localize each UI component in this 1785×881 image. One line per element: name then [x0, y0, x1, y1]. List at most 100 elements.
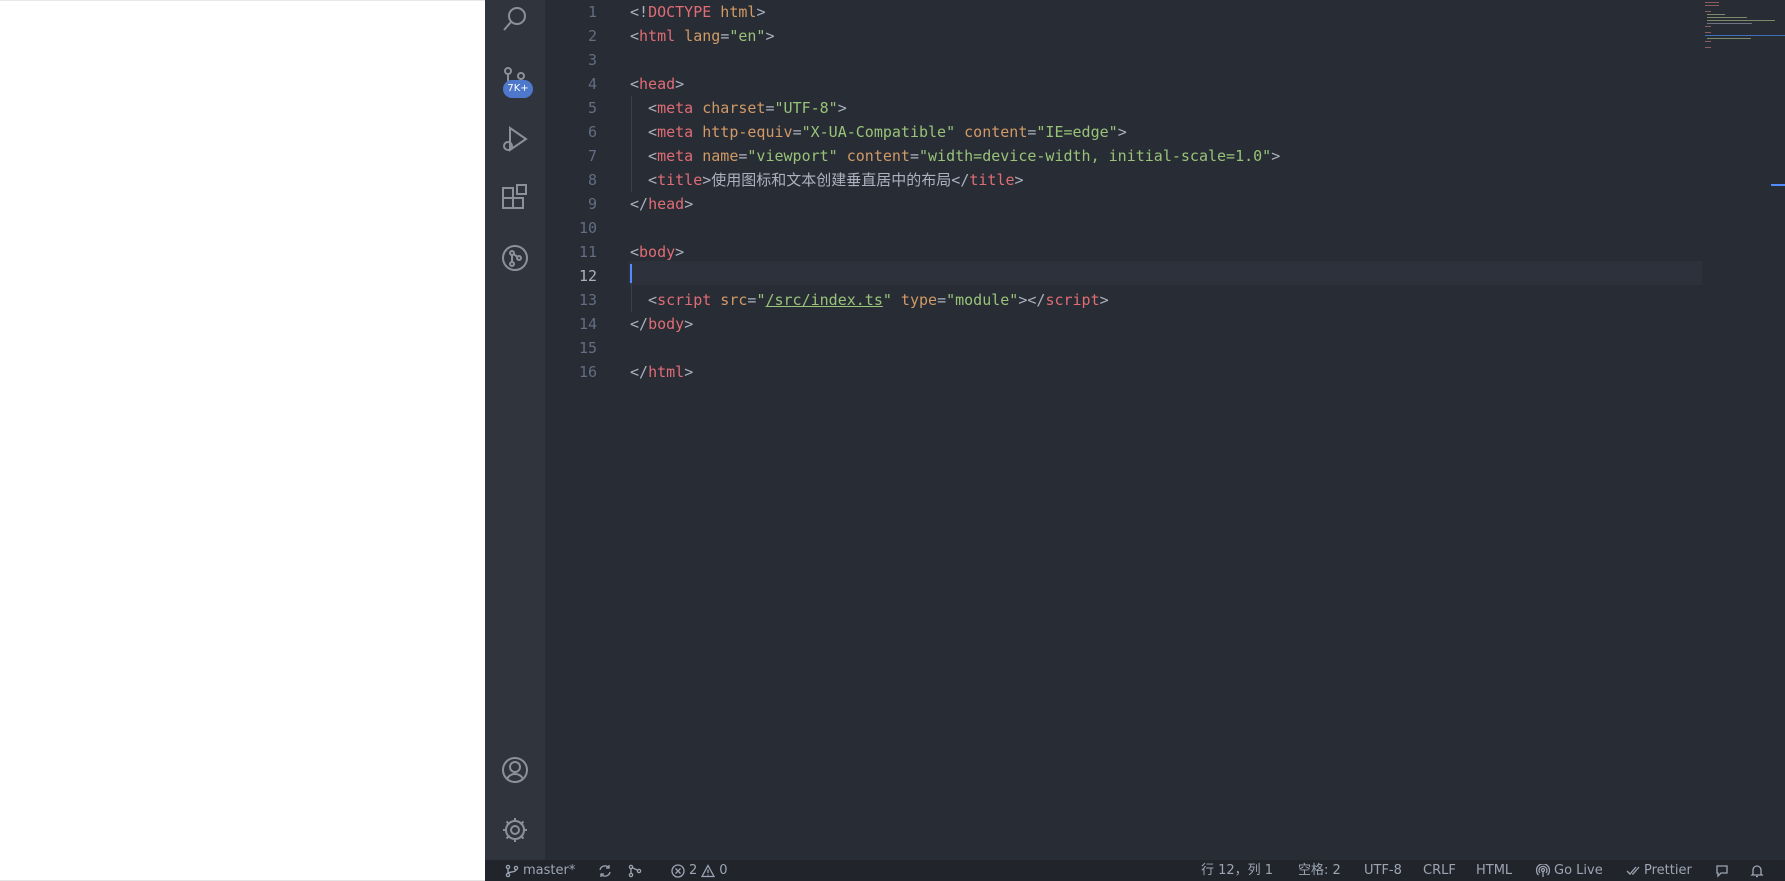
- account-icon[interactable]: [485, 745, 545, 795]
- code-line-2: <html lang="en">: [630, 24, 775, 48]
- sync-button[interactable]: [598, 860, 612, 881]
- git-graph-icon[interactable]: [485, 233, 545, 283]
- language-mode[interactable]: HTML: [1476, 860, 1512, 881]
- minimap-current-line: [1705, 35, 1785, 36]
- token: html: [711, 3, 757, 21]
- notifications-button[interactable]: [1750, 860, 1764, 881]
- code-line-1: <!DOCTYPE html>: [630, 0, 765, 24]
- token: ": [882, 291, 892, 309]
- feedback-icon: [1716, 864, 1728, 878]
- token: </: [630, 315, 649, 333]
- minimap-line: [1707, 14, 1725, 15]
- token: =: [937, 291, 947, 309]
- token: >: [1117, 123, 1127, 141]
- token: >: [684, 315, 694, 333]
- minimap-line: [1707, 17, 1747, 18]
- minimap-line: [1705, 26, 1711, 27]
- minimap-line: [1705, 41, 1711, 42]
- code-line-13: <script src="/src/index.ts" type="module…: [630, 288, 1109, 312]
- token: <: [630, 99, 658, 117]
- git-graph-button[interactable]: [628, 860, 642, 881]
- token: <: [630, 243, 640, 261]
- line-number: 4: [587, 75, 597, 93]
- token: script: [657, 291, 712, 309]
- line-number: 16: [578, 363, 597, 381]
- token: html: [639, 27, 676, 45]
- line-number: 6: [587, 123, 597, 141]
- token: <: [630, 291, 658, 309]
- source-control-badge: 7K+: [503, 80, 533, 98]
- token: <: [630, 27, 640, 45]
- token: lang: [675, 27, 721, 45]
- warning-icon: [701, 863, 716, 877]
- token: >: [1014, 171, 1024, 189]
- token: =: [792, 123, 802, 141]
- double-check-icon: [1626, 866, 1640, 875]
- token: >: [675, 75, 685, 93]
- token: "module": [946, 291, 1019, 309]
- token: DOCTYPE: [648, 3, 712, 21]
- run-debug-icon[interactable]: [485, 114, 545, 164]
- code-line-8: <title>使用图标和文本创建垂直居中的布局</title>: [630, 168, 1024, 192]
- cursor-position[interactable]: 行 12，列 1: [1201, 860, 1273, 881]
- search-icon[interactable]: [485, 0, 545, 44]
- line-number: 5: [587, 99, 597, 117]
- minimap[interactable]: [1702, 0, 1785, 860]
- branch-indicator[interactable]: master*: [505, 860, 575, 881]
- token: content: [837, 147, 910, 165]
- minimap-line: [1705, 32, 1711, 33]
- go-live-button[interactable]: Go Live: [1536, 860, 1603, 881]
- token: "en": [729, 27, 766, 45]
- minimap-line: [1705, 5, 1719, 6]
- token: </: [951, 171, 970, 189]
- error-count: 2: [689, 863, 698, 878]
- token: >: [765, 27, 775, 45]
- token: "X-UA-Compatible": [801, 123, 956, 141]
- minimap-line: [1705, 2, 1719, 3]
- indentation[interactable]: 空格: 2: [1298, 860, 1341, 881]
- code-line-5: <meta charset="UTF-8">: [630, 96, 847, 120]
- end-of-line[interactable]: CRLF: [1423, 860, 1456, 881]
- token: >: [756, 3, 766, 21]
- pane-divider: [0, 0, 485, 1]
- line-number: 14: [578, 315, 597, 333]
- line-number: 2: [587, 27, 597, 45]
- prettier-button[interactable]: Prettier: [1626, 860, 1692, 881]
- error-icon: [671, 863, 685, 878]
- activity-bar: 7K+: [485, 0, 545, 860]
- token: title: [969, 171, 1015, 189]
- token: meta: [657, 123, 694, 141]
- token: name: [693, 147, 739, 165]
- code-editor[interactable]: 1 2 3 4 5 6 7 8 9 10 11 12 13 14 15 16 <…: [545, 0, 1785, 860]
- line-number: 1: [587, 3, 597, 21]
- token: meta: [657, 99, 694, 117]
- line-number-active: 12: [578, 267, 597, 285]
- code-line-14: </body>: [630, 312, 693, 336]
- current-line-highlight: [628, 261, 1702, 285]
- token: script: [1045, 291, 1100, 309]
- feedback-button[interactable]: [1715, 860, 1729, 881]
- token: http-equiv: [693, 123, 793, 141]
- bell-icon: [1750, 864, 1764, 877]
- blank-left-pane: [0, 0, 485, 881]
- extensions-icon[interactable]: [485, 173, 545, 223]
- line-number: 3: [587, 51, 597, 69]
- encoding[interactable]: UTF-8: [1364, 860, 1402, 881]
- scroll-position-marker: [1771, 184, 1785, 186]
- token: body: [648, 315, 685, 333]
- line-number: 10: [578, 219, 597, 237]
- token: src: [711, 291, 748, 309]
- code-line-16: </html>: [630, 360, 693, 384]
- src-link[interactable]: /src/index.ts: [765, 291, 882, 309]
- code-line-4: <head>: [630, 72, 684, 96]
- token: <: [630, 147, 658, 165]
- problems-indicator[interactable]: 2 0: [671, 860, 728, 881]
- token: type: [891, 291, 938, 309]
- token: title: [657, 171, 703, 189]
- token: </: [630, 363, 649, 381]
- token: </: [630, 195, 649, 213]
- token: content: [955, 123, 1028, 141]
- token: >: [702, 171, 712, 189]
- token: head: [648, 195, 685, 213]
- settings-gear-icon[interactable]: [485, 805, 545, 855]
